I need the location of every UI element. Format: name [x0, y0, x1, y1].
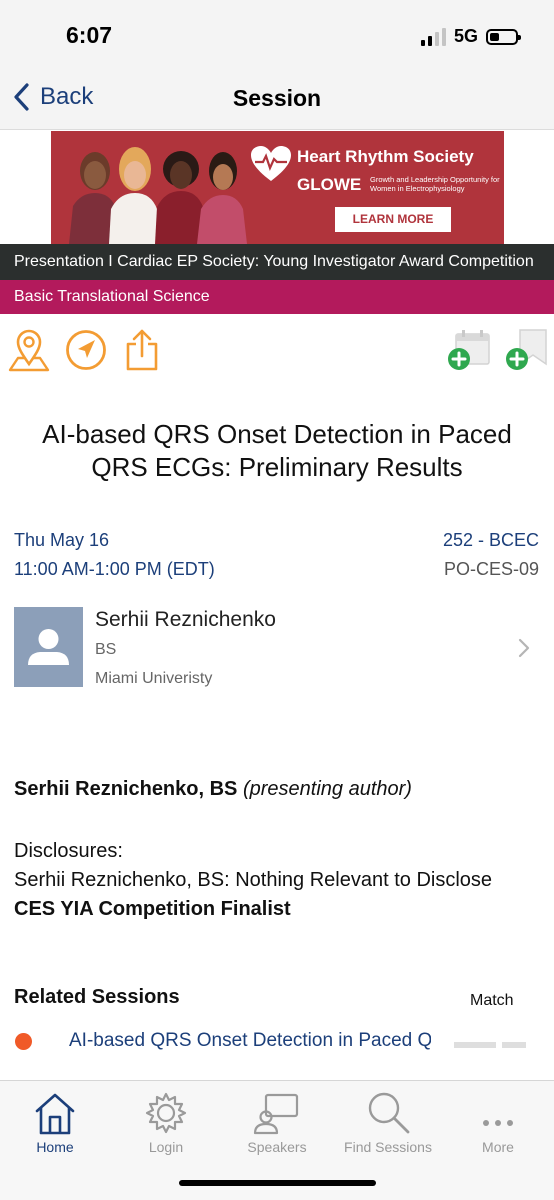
tab-more-label: More: [482, 1139, 514, 1155]
match-column-heading: Match: [470, 992, 514, 1009]
heart-logo-icon: [251, 146, 291, 181]
session-time: 11:00 AM-1:00 PM (EDT): [14, 559, 215, 579]
ad-tagline: Growth and Leadership Opportunity for Wo…: [370, 175, 500, 193]
home-icon: [35, 1093, 75, 1135]
author-line: Serhii Reznichenko, BS (presenting autho…: [14, 778, 412, 801]
related-session-title: AI-based QRS Onset Detection in Paced QR…: [69, 1030, 431, 1051]
ad-illustration: [69, 147, 247, 244]
gear-icon: [145, 1092, 187, 1134]
ad-banner-container: Heart Rhythm Society GLOWE Growth and Le…: [0, 131, 554, 244]
track-band[interactable]: Basic Translational Science: [0, 280, 554, 314]
tab-home-label: Home: [36, 1139, 74, 1155]
tab-login-label: Login: [148, 1139, 184, 1155]
speaker-name: Serhii Reznichenko: [95, 608, 276, 631]
status-time: 6:07: [66, 22, 113, 48]
add-bookmark-icon[interactable]: [504, 328, 548, 372]
tab-more[interactable]: More: [443, 1087, 553, 1157]
tab-speakers[interactable]: Speakers: [222, 1087, 332, 1157]
learn-more-button[interactable]: LEARN MORE: [335, 207, 451, 232]
network-type: 5G: [453, 26, 478, 46]
related-session-item[interactable]: AI-based QRS Onset Detection in Paced QR…: [0, 1022, 554, 1062]
match-score-bar: [454, 1042, 526, 1048]
session-date: Thu May 16: [14, 530, 110, 550]
speaker-institution: Miami Univeristy: [95, 670, 213, 687]
disclosure-text: Serhii Reznichenko, BS: Nothing Relevant…: [14, 869, 493, 891]
share-icon[interactable]: [124, 328, 160, 372]
map-pin-icon[interactable]: [8, 328, 50, 372]
navigation-bar: Back Session: [0, 70, 554, 130]
related-sessions-heading: Related Sessions: [14, 986, 180, 1008]
person-placeholder-icon: [28, 629, 69, 665]
track-color-dot: [15, 1033, 32, 1050]
speaker-row[interactable]: Serhii Reznichenko BS Miami Univeristy: [0, 600, 554, 696]
ad-org-name: Heart Rhythm Society: [297, 147, 474, 166]
tab-login[interactable]: Login: [111, 1087, 221, 1157]
tab-find-sessions[interactable]: Find Sessions: [333, 1087, 443, 1157]
tab-speakers-label: Speakers: [247, 1139, 307, 1155]
avatar: [14, 607, 83, 687]
more-icon: [483, 1120, 513, 1126]
author-name: Serhii Reznichenko, BS: [14, 778, 238, 800]
home-indicator: [179, 1180, 376, 1186]
ad-program-name: GLOWE: [297, 175, 362, 194]
battery-icon: [486, 28, 521, 45]
speaker-degree: BS: [95, 641, 117, 658]
tab-find-sessions-label: Find Sessions: [344, 1139, 432, 1155]
signal-icon: [420, 27, 446, 46]
ad-banner[interactable]: Heart Rhythm Society GLOWE Growth and Le…: [51, 131, 504, 244]
finalist-note: CES YIA Competition Finalist: [14, 898, 291, 920]
add-to-calendar-icon[interactable]: [446, 328, 492, 372]
disclosures-label: Disclosures:: [14, 840, 123, 862]
status-bar: 6:07 5G: [0, 0, 554, 70]
search-icon: [368, 1092, 410, 1134]
session-title: AI-based QRS Onset Detection in Paced QR…: [42, 419, 512, 482]
page-title: Session: [232, 85, 322, 111]
speakers-icon: [253, 1093, 299, 1135]
presentation-type-band: Presentation I Cardiac EP Society: Young…: [0, 244, 554, 280]
author-role: (presenting author): [242, 778, 412, 800]
session-code: PO-CES-09: [443, 559, 539, 579]
status-indicators: 5G: [420, 26, 521, 47]
session-room[interactable]: 252 - BCEC: [443, 530, 539, 551]
chevron-right-icon: [518, 638, 530, 658]
tab-home[interactable]: Home: [0, 1087, 110, 1157]
navigate-icon[interactable]: [65, 329, 107, 371]
